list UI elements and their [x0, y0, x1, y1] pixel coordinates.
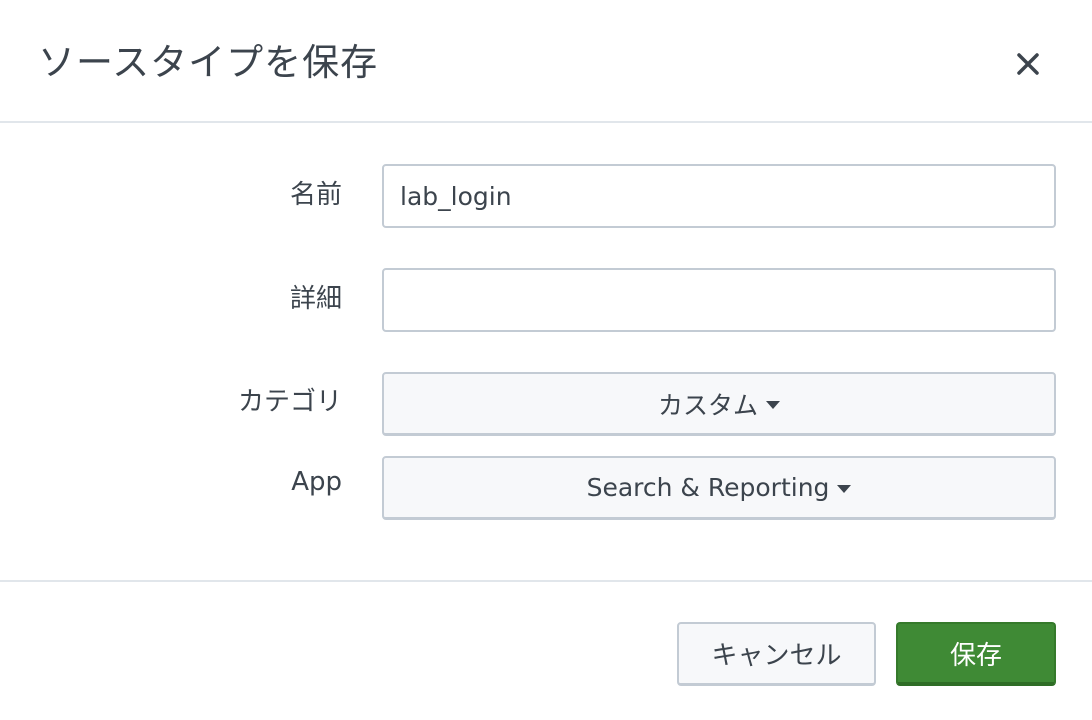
name-input[interactable] [382, 164, 1056, 228]
name-label: 名前 [289, 180, 342, 210]
description-input[interactable] [382, 268, 1056, 332]
save-sourcetype-dialog: ソースタイプを保存 名前 詳細 カテゴリ カスタム App Search & R… [0, 0, 1092, 720]
close-button[interactable] [1006, 42, 1050, 86]
close-icon [1017, 53, 1039, 75]
footer-divider [0, 580, 1092, 582]
save-button[interactable]: 保存 [896, 622, 1056, 686]
description-label: 詳細 [289, 284, 342, 314]
app-label: App [291, 467, 342, 497]
category-selected-value: カスタム [657, 390, 758, 420]
caret-down-icon [766, 400, 780, 409]
dialog-header: ソースタイプを保存 [0, 0, 1092, 123]
dialog-title: ソースタイプを保存 [38, 41, 379, 84]
caret-down-icon [837, 484, 852, 493]
app-selected-value: Search & Reporting [586, 473, 830, 502]
app-dropdown[interactable]: Search & Reporting [382, 456, 1056, 520]
category-dropdown[interactable]: カスタム [382, 372, 1056, 436]
category-label: カテゴリ [237, 387, 342, 417]
cancel-button[interactable]: キャンセル [677, 622, 876, 686]
